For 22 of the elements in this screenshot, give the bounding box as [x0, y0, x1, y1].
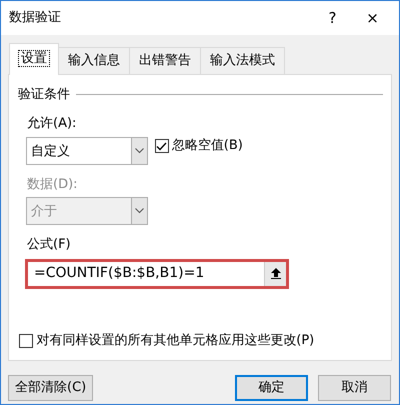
- formula-field[interactable]: =COUNTIF($B:$B,B1)=1: [25, 258, 289, 288]
- collapse-button[interactable]: [264, 262, 286, 286]
- close-button[interactable]: ×: [352, 1, 392, 35]
- dialog-button[interactable]: 取消: [318, 374, 391, 400]
- dialog-button[interactable]: 确定: [235, 374, 308, 400]
- data-dropdown: 介于: [26, 197, 148, 225]
- checkmark-icon: [156, 142, 167, 150]
- dialog-button[interactable]: 全部清除(C): [8, 374, 94, 400]
- field-label: 公式(F): [27, 236, 72, 254]
- upload-arrow-icon: [270, 268, 280, 279]
- dialog-title: 数据验证: [9, 9, 62, 28]
- chevron-down-icon: [135, 208, 144, 214]
- allow-dropdown[interactable]: 自定义: [26, 136, 148, 164]
- tab[interactable]: 输入法模式: [200, 47, 285, 74]
- help-button[interactable]: ?: [312, 1, 352, 35]
- chevron-down-icon: [135, 148, 144, 154]
- checkbox[interactable]: 忽略空值(B): [154, 136, 243, 156]
- field-label: 数据(D):: [27, 176, 79, 194]
- checkbox[interactable]: 对有同样设置的所有其他单元格应用这些更改(P): [19, 331, 383, 350]
- field-label: 允许(A):: [27, 115, 78, 133]
- tab[interactable]: 设置: [9, 43, 59, 74]
- group-title: 验证条件: [18, 86, 70, 104]
